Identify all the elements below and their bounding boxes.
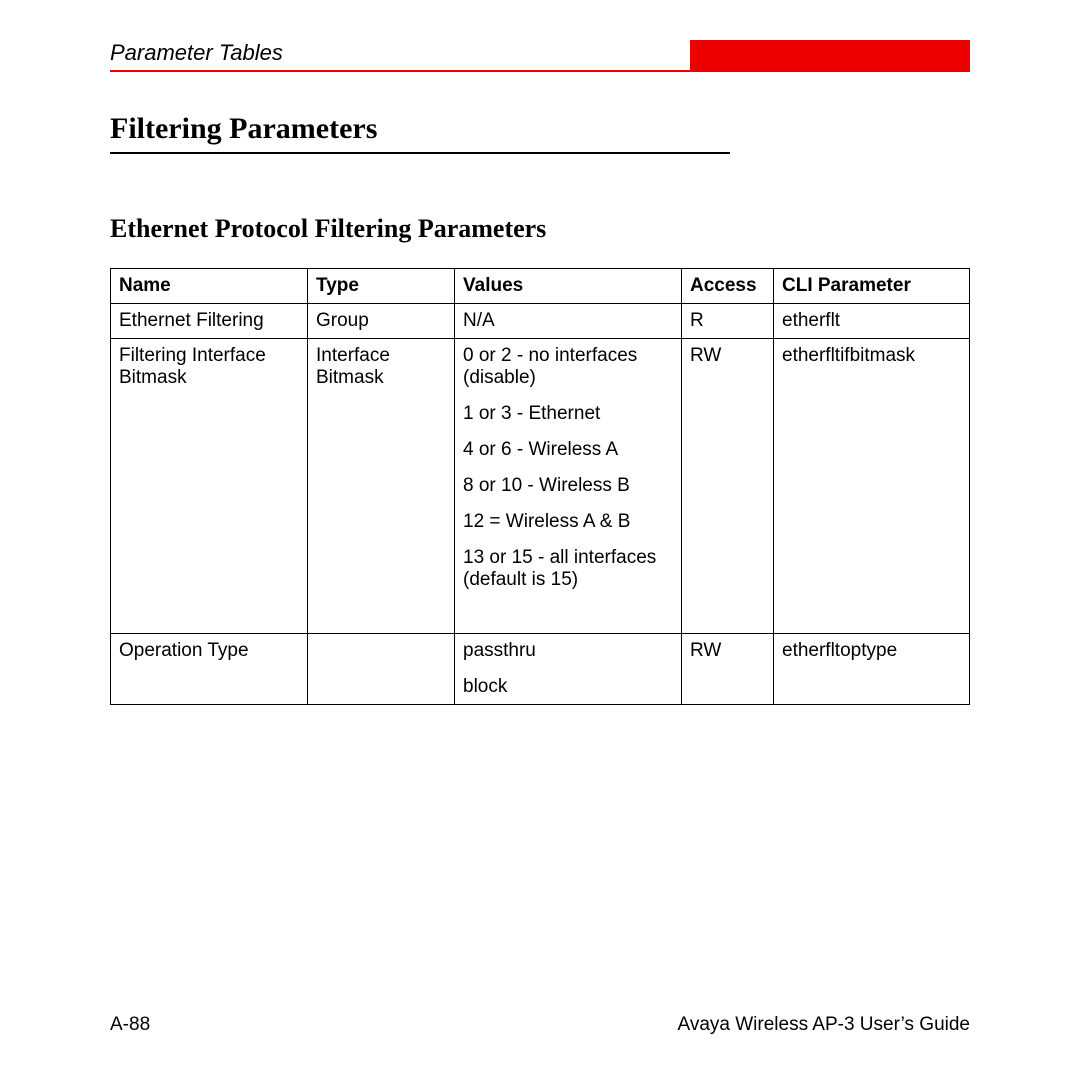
value-line: 8 or 10 - Wireless B [463,475,673,497]
document-title: Avaya Wireless AP-3 User’s Guide [677,1014,970,1036]
parameters-table: Name Type Values Access CLI Parameter Et… [110,268,970,705]
cell-name: Ethernet Filtering [111,304,308,339]
cell-cli: etherfltoptype [774,634,970,705]
col-header-access: Access [682,269,774,304]
value-line: N/A [463,310,673,332]
section-title: Parameter Tables [110,40,283,70]
page-number: A-88 [110,1014,150,1036]
cell-type: Interface Bitmask [308,339,455,634]
value-line: block [463,676,673,698]
value-line: 12 = Wireless A & B [463,511,673,533]
cell-access: R [682,304,774,339]
cell-values: 0 or 2 - no interfaces (disable) 1 or 3 -… [455,339,682,634]
cell-type: Group [308,304,455,339]
cell-cli: etherflt [774,304,970,339]
col-header-values: Values [455,269,682,304]
table-header-row: Name Type Values Access CLI Parameter [111,269,970,304]
cell-name: Filtering Interface Bitmask [111,339,308,634]
value-line: 0 or 2 - no interfaces (disable) [463,345,673,389]
table-row: Operation Type passthru block RWetherfltopt… [111,634,970,705]
cell-name: Operation Type [111,634,308,705]
cell-values: passthru block [455,634,682,705]
cell-cli: etherfltifbitmask [774,339,970,634]
col-header-type: Type [308,269,455,304]
value-line: 13 or 15 - all interfaces (default is 15… [463,547,673,591]
subsection-title: Ethernet Protocol Filtering Parameters [110,214,970,244]
value-line: 4 or 6 - Wireless A [463,439,673,461]
brand-color-block [690,40,970,70]
page-header: Parameter Tables [110,40,970,72]
table-row: Ethernet FilteringGroup N/A Retherflt [111,304,970,339]
col-header-name: Name [111,269,308,304]
cell-type [308,634,455,705]
cell-access: RW [682,634,774,705]
cell-access: RW [682,339,774,634]
table-row: Filtering Interface BitmaskInterface Bit… [111,339,970,634]
col-header-cli: CLI Parameter [774,269,970,304]
page-footer: A-88 Avaya Wireless AP-3 User’s Guide [110,1014,970,1036]
page-title: Filtering Parameters [110,112,730,154]
cell-values: N/A [455,304,682,339]
spacer [463,605,673,627]
value-line: 1 or 3 - Ethernet [463,403,673,425]
value-line: passthru [463,640,673,662]
